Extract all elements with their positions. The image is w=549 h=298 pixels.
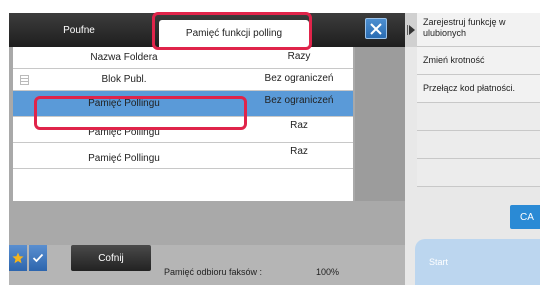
- check-button[interactable]: [29, 245, 47, 271]
- menu-empty-slot: [417, 103, 540, 131]
- row-name: Blok Publ.: [101, 74, 147, 85]
- close-icon: [370, 22, 382, 35]
- switch-billing-code-item[interactable]: Przełącz kod płatności.: [417, 75, 540, 103]
- document-icon: [20, 75, 29, 85]
- close-button[interactable]: [365, 18, 387, 39]
- row-value: Raz: [290, 120, 308, 131]
- polling-dialog: Poufne Pamięć funkcji polling Nazwa Fold…: [9, 13, 405, 285]
- highlight-row: [34, 96, 247, 130]
- screen: Poufne Pamięć funkcji polling Nazwa Fold…: [9, 13, 540, 285]
- menu-empty-slot: [417, 131, 540, 159]
- menu-empty-slot: [417, 159, 540, 187]
- expand-panel-button[interactable]: [405, 13, 417, 47]
- start-label: Start: [429, 257, 449, 267]
- folder-name-header: Nazwa Foldera: [90, 52, 158, 63]
- table-row[interactable]: Blok Publ. Bez ograniczeń: [13, 69, 353, 91]
- action-panel: Zarejestruj funkcję w ulubionych Zmień k…: [405, 13, 540, 285]
- row-value: Bez ograniczeń: [264, 95, 334, 106]
- checkmark-icon: [32, 253, 44, 263]
- register-favorite-item[interactable]: Zarejestruj funkcję w ulubionych: [417, 13, 540, 47]
- ca-button[interactable]: CA: [510, 205, 540, 229]
- row-value: Raz: [290, 146, 308, 157]
- start-button[interactable]: Start: [415, 239, 540, 285]
- table-row: Nazwa Foldera Razy: [13, 47, 353, 69]
- back-button[interactable]: Cofnij: [71, 245, 151, 271]
- table-row[interactable]: Pamięć Pollingu Raz: [13, 143, 353, 169]
- highlight-tab: [152, 12, 312, 50]
- row-name: Pamięć Pollingu: [88, 153, 160, 164]
- favorites-button[interactable]: [9, 245, 27, 271]
- times-header: Razy: [287, 51, 311, 62]
- fax-memory-percent: 100%: [316, 267, 340, 277]
- arrow-right-icon: [407, 25, 415, 35]
- list-scrollbar[interactable]: [355, 47, 405, 201]
- change-count-item[interactable]: Zmień krotność: [417, 47, 540, 75]
- row-value: Bez ograniczeń: [264, 73, 334, 84]
- bottom-bar: Cofnij Pamięć odbioru faksów : 100%: [9, 245, 405, 285]
- tab-poufne[interactable]: Poufne: [9, 13, 149, 47]
- fax-memory-label: Pamięć odbioru faksów :: [164, 267, 263, 277]
- star-icon: [12, 252, 24, 264]
